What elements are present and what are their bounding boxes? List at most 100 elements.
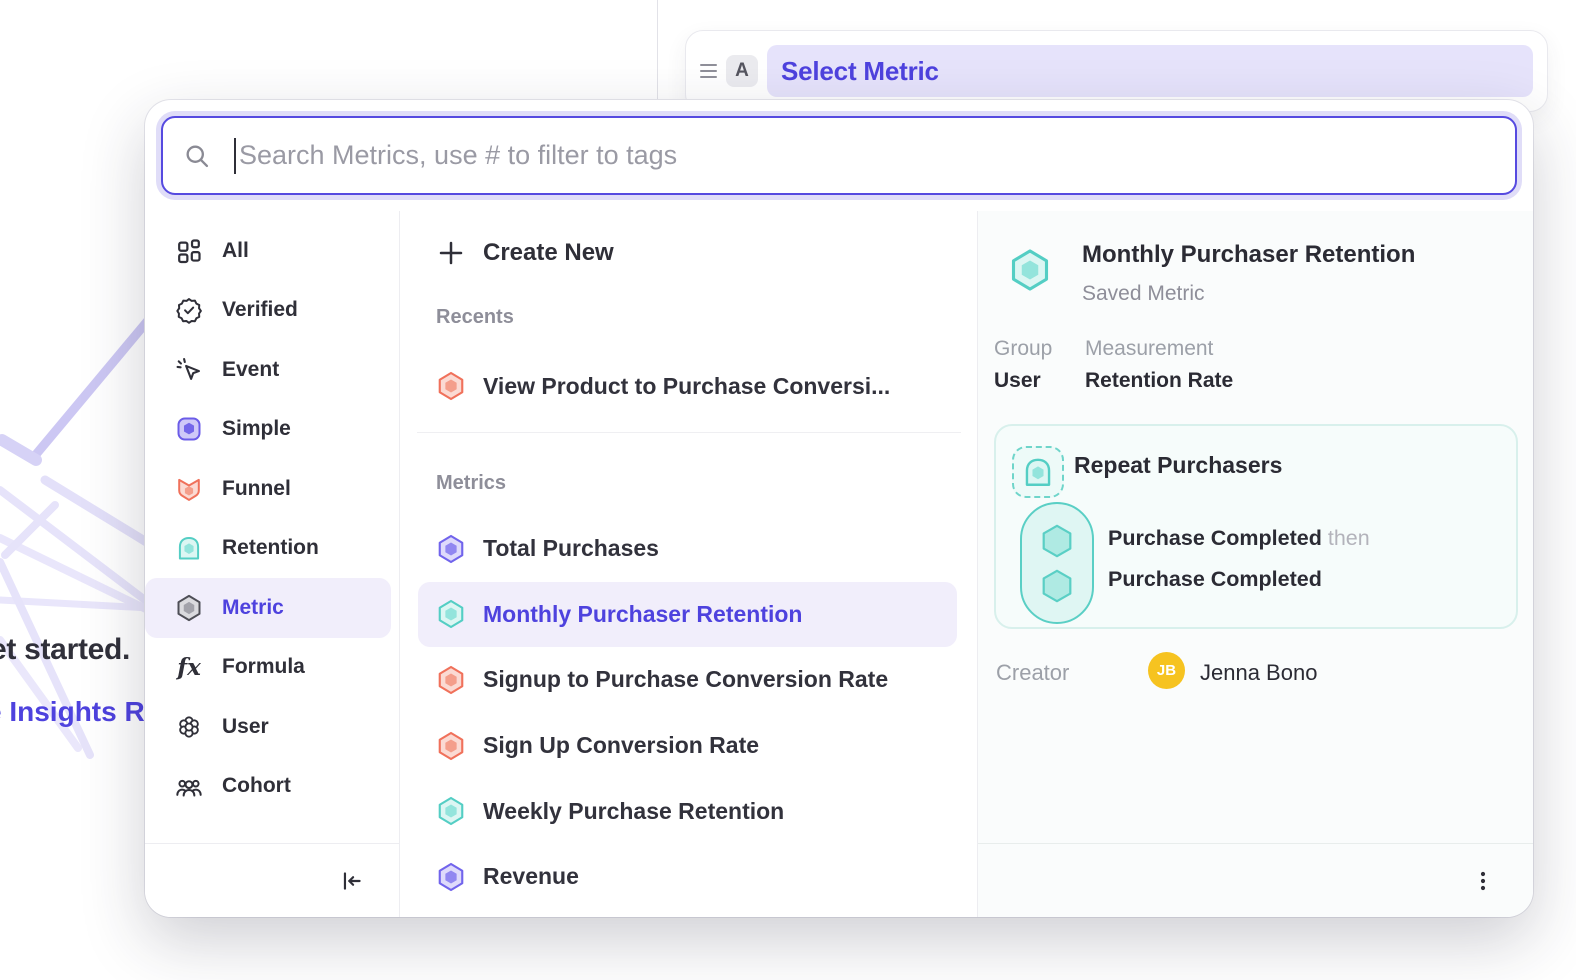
funnel-metric-hexagon-icon	[436, 371, 466, 401]
metric-item-label: Monthly Purchaser Retention	[483, 601, 802, 628]
sidebar-item-label: User	[222, 715, 269, 739]
sidebar-item-label: Retention	[222, 536, 319, 560]
select-metric-dropdown[interactable]: Select Metric	[767, 45, 1533, 97]
sidebar-item-funnel[interactable]: Funnel	[145, 459, 391, 519]
metric-hexagon-icon	[436, 599, 466, 629]
funnel-icon	[175, 475, 203, 503]
background-report-link-fragment[interactable]: e Insights Re	[0, 696, 160, 728]
metric-item-label: Sign Up Conversion Rate	[483, 732, 759, 759]
measurement-value: Retention Rate	[1085, 369, 1233, 393]
cursor-click-icon	[175, 356, 203, 384]
definition-step: Purchase Completed then	[1108, 526, 1370, 551]
metric-item-revenue[interactable]: Revenue	[418, 844, 957, 910]
metric-item-monthly-purchaser-retention[interactable]: Monthly Purchaser Retention	[418, 582, 957, 648]
create-new-label: Create New	[483, 239, 614, 267]
sidebar-footer	[145, 843, 399, 917]
sidebar-item-label: Simple	[222, 417, 291, 441]
metric-list: Total Purchases Monthly Purchaser Retent…	[400, 516, 977, 910]
metric-hexagon-icon	[436, 796, 466, 826]
metric-item-signup-to-purchase-conversion-rate[interactable]: Signup to Purchase Conversion Rate	[418, 647, 957, 713]
saved-metric-hexagon-icon	[1008, 247, 1052, 293]
group-label: Group	[994, 337, 1052, 361]
metric-letter-badge: A	[726, 55, 758, 87]
sidebar-item-label: Verified	[222, 298, 298, 322]
retention-arch-icon	[1021, 455, 1055, 489]
verified-badge-icon	[175, 296, 203, 324]
group-value: User	[994, 369, 1041, 393]
sidebar-item-label: Metric	[222, 596, 284, 620]
sidebar-item-formula[interactable]: fx Formula	[145, 638, 391, 698]
detail-title: Monthly Purchaser Retention	[1082, 241, 1415, 269]
picker-columns: All Verified Event Simple	[145, 211, 1533, 917]
metric-item-sign-up-conversion-rate[interactable]: Sign Up Conversion Rate	[418, 713, 957, 779]
step-event-name: Purchase Completed	[1108, 567, 1322, 591]
metric-list-column: Create New Recents View Product to Purch…	[400, 211, 978, 917]
sidebar-item-verified[interactable]: Verified	[145, 281, 391, 341]
collapse-sidebar-button[interactable]	[339, 868, 365, 894]
metric-hexagon-icon	[175, 594, 203, 622]
formula-icon: fx	[175, 653, 203, 681]
recents-heading: Recents	[436, 306, 514, 329]
metric-definition-card: Repeat Purchasers Purchase Completed the…	[994, 424, 1518, 629]
section-divider	[417, 432, 961, 433]
metric-picker-modal: All Verified Event Simple	[145, 100, 1533, 917]
detail-panel-footer	[978, 843, 1533, 917]
metric-item-weekly-purchase-retention[interactable]: Weekly Purchase Retention	[418, 778, 957, 844]
user-cluster-icon	[175, 713, 203, 741]
more-options-button[interactable]	[1471, 869, 1495, 893]
sidebar-item-event[interactable]: Event	[145, 340, 391, 400]
metric-hexagon-icon	[436, 731, 466, 761]
measurement-label: Measurement	[1085, 337, 1213, 361]
event-hexagon-icon	[1038, 522, 1076, 560]
simple-metric-icon	[175, 415, 203, 443]
creator-name: Jenna Bono	[1200, 660, 1317, 686]
metric-item-label: Revenue	[483, 863, 579, 890]
create-new-button[interactable]: Create New	[418, 225, 995, 281]
metric-item-label: Signup to Purchase Conversion Rate	[483, 666, 888, 693]
background-heading-fragment: et started.	[0, 633, 130, 667]
sidebar-item-label: Formula	[222, 655, 305, 679]
page: et started. e Insights Re A Select Metri…	[0, 0, 1576, 980]
step-connector: then	[1328, 526, 1370, 550]
detail-type-label: Saved Metric	[1082, 282, 1205, 306]
grid-icon	[175, 237, 203, 265]
retention-arch-icon	[175, 534, 203, 562]
sidebar-item-all[interactable]: All	[145, 221, 391, 281]
metric-hexagon-icon	[436, 665, 466, 695]
filter-sidebar: All Verified Event Simple	[145, 211, 400, 917]
sidebar-item-retention[interactable]: Retention	[145, 519, 391, 579]
search-icon	[183, 142, 211, 170]
metric-detail-panel: Monthly Purchaser Retention Saved Metric…	[978, 211, 1533, 917]
metric-hexagon-icon	[436, 534, 466, 564]
event-sequence-capsule	[1020, 502, 1094, 624]
metric-item-label: Total Purchases	[483, 535, 659, 562]
cohort-people-icon	[175, 772, 203, 800]
drag-handle-icon[interactable]	[700, 64, 717, 78]
metric-search-box[interactable]	[161, 116, 1517, 195]
background-divider-line	[657, 0, 658, 100]
metric-hexagon-icon	[436, 862, 466, 892]
sidebar-item-cohort[interactable]: Cohort	[145, 757, 391, 817]
collapse-left-icon	[339, 868, 365, 894]
sidebar-item-metric[interactable]: Metric	[145, 578, 391, 638]
recent-metric-label: View Product to Purchase Conversi...	[483, 373, 890, 400]
search-input[interactable]	[236, 140, 1495, 171]
metric-item-total-purchases[interactable]: Total Purchases	[418, 516, 957, 582]
creator-label: Creator	[996, 660, 1069, 686]
sidebar-item-label: Cohort	[222, 774, 291, 798]
metric-item-label: Weekly Purchase Retention	[483, 798, 784, 825]
definition-step: Purchase Completed	[1108, 567, 1322, 592]
step-event-name: Purchase Completed	[1108, 526, 1322, 550]
plus-icon	[436, 238, 466, 268]
kebab-menu-icon	[1471, 869, 1495, 893]
sidebar-item-simple[interactable]: Simple	[145, 400, 391, 460]
sidebar-item-label: Funnel	[222, 477, 291, 501]
sidebar-item-user[interactable]: User	[145, 697, 391, 757]
sidebar-item-label: All	[222, 239, 249, 263]
event-hexagon-icon	[1038, 567, 1076, 605]
metrics-heading: Metrics	[436, 472, 506, 495]
filter-list: All Verified Event Simple	[145, 211, 399, 816]
creator-avatar: JB	[1148, 652, 1185, 689]
retention-definition-icon	[1012, 446, 1064, 498]
recent-metric-item[interactable]: View Product to Purchase Conversi...	[418, 354, 957, 418]
